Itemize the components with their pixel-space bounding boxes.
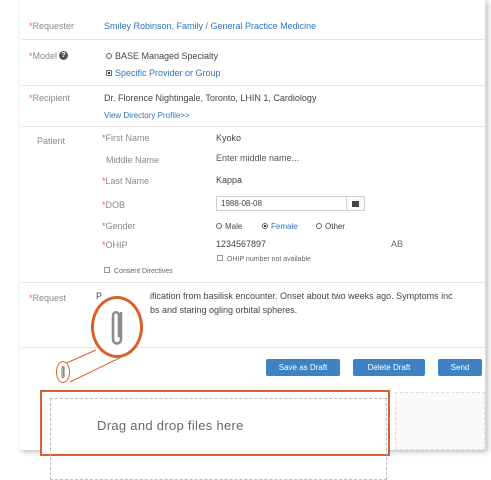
paperclip-magnified xyxy=(91,296,143,358)
send-button[interactable]: Send xyxy=(438,359,482,376)
paperclip-icon xyxy=(111,310,123,345)
save-as-draft-button[interactable]: Save as Draft xyxy=(266,359,340,376)
paperclip-icon xyxy=(61,366,65,379)
dropzone-background xyxy=(395,392,485,450)
dropzone-text: Drag and drop files here xyxy=(97,418,244,433)
zoom-callout xyxy=(61,349,133,383)
attach-file-button[interactable] xyxy=(56,361,70,383)
file-dropzone[interactable]: Drag and drop files here xyxy=(40,390,390,480)
delete-draft-button[interactable]: Delete Draft xyxy=(353,359,425,376)
dropzone-dashed-border xyxy=(50,398,387,480)
